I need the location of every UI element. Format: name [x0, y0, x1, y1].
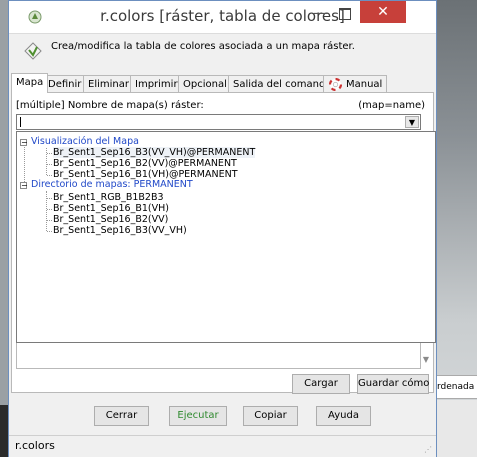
tab-definir[interactable]: Definir [43, 75, 87, 92]
grass-app-icon [28, 10, 42, 24]
tree-group-label[interactable]: Visualización del Mapa [31, 136, 139, 147]
maximize-button[interactable] [334, 5, 356, 23]
tree-connector [47, 198, 52, 199]
tree-connector [47, 220, 52, 221]
tab-imprimir[interactable]: Imprimir [130, 75, 183, 92]
tab-manual-label: Manual [346, 79, 383, 90]
tree-connector [47, 175, 52, 176]
guardar-como-button[interactable]: Guardar cómo [357, 374, 429, 394]
tree-item[interactable]: Br_Sent1_Sep16_B2(VV)@PERMANENT [53, 158, 237, 169]
tab-mapa[interactable]: Mapa [11, 73, 49, 93]
description-row: Crea/modifica la tabla de colores asocia… [19, 37, 429, 63]
map-tree[interactable]: − Visualización del Mapa Br_Sent1_Sep16_… [16, 131, 436, 343]
tab-salida-del-comando[interactable]: Salida del comando [228, 75, 337, 92]
tree-connector [46, 191, 47, 231]
raster-map-label: [múltiple] Nombre de mapa(s) ráster: [16, 100, 204, 111]
tab-opcional[interactable]: Opcional [178, 75, 232, 92]
raster-map-input[interactable]: ▼ [16, 114, 421, 130]
cargar-button[interactable]: Cargar [292, 374, 350, 394]
lifebuoy-icon [329, 78, 342, 91]
tab-eliminar[interactable]: Eliminar [83, 75, 134, 92]
tree-group-label[interactable]: Directorio de mapas: PERMANENT [31, 179, 193, 190]
grass-module-icon [24, 42, 42, 60]
maximize-icon [339, 8, 351, 20]
copiar-button[interactable]: Copiar [243, 406, 298, 426]
background-panel [437, 400, 477, 457]
tree-connector [24, 147, 25, 184]
raster-map-key: (map=name) [358, 100, 425, 111]
resize-grip-icon[interactable]: ⋰ [424, 445, 432, 454]
status-bar: r.colors ⋰ [9, 435, 436, 457]
cerrar-button[interactable]: Cerrar [94, 406, 149, 426]
status-text: r.colors [15, 439, 55, 452]
selection-list[interactable] [16, 343, 421, 369]
tree-connector [47, 153, 52, 154]
collapse-toggle-icon[interactable]: − [20, 139, 28, 147]
ejecutar-button[interactable]: Ejecutar [169, 406, 227, 426]
tree-item[interactable]: Br_Sent1_Sep16_B2(VV) [53, 214, 168, 225]
tree-connector [47, 231, 52, 232]
scroll-down-icon[interactable]: ▼ [423, 355, 429, 364]
tree-connector [47, 164, 52, 165]
background-snippet: rdenada [437, 375, 477, 399]
module-description: Crea/modifica la tabla de colores asocia… [51, 41, 355, 52]
tree-item[interactable]: Br_Sent1_Sep16_B1(VH) [53, 203, 169, 214]
close-button[interactable]: ✕ [360, 1, 406, 23]
collapse-toggle-icon[interactable]: − [20, 182, 28, 190]
r-colors-window: r.colors [ráster, tabla de colores] — ✕ … [8, 0, 437, 457]
tab-panel-mapa: [múltiple] Nombre de mapa(s) ráster: (ma… [11, 92, 436, 393]
chevron-down-icon[interactable]: ▼ [405, 116, 419, 128]
text-caret [20, 117, 21, 127]
tree-connector [47, 209, 52, 210]
tree-item[interactable]: Br_Sent1_RGB_B1B2B3 [53, 192, 164, 203]
minimize-button[interactable]: — [310, 5, 332, 23]
tree-item[interactable]: Br_Sent1_Sep16_B3(VV_VH)@PERMANENT [53, 147, 256, 158]
title-bar[interactable]: r.colors [ráster, tabla de colores] — ✕ [9, 1, 436, 34]
tree-item[interactable]: Br_Sent1_Sep16_B3(VV_VH) [53, 225, 187, 236]
tab-manual[interactable]: Manual [323, 75, 388, 92]
ayuda-button[interactable]: Ayuda [316, 406, 371, 426]
